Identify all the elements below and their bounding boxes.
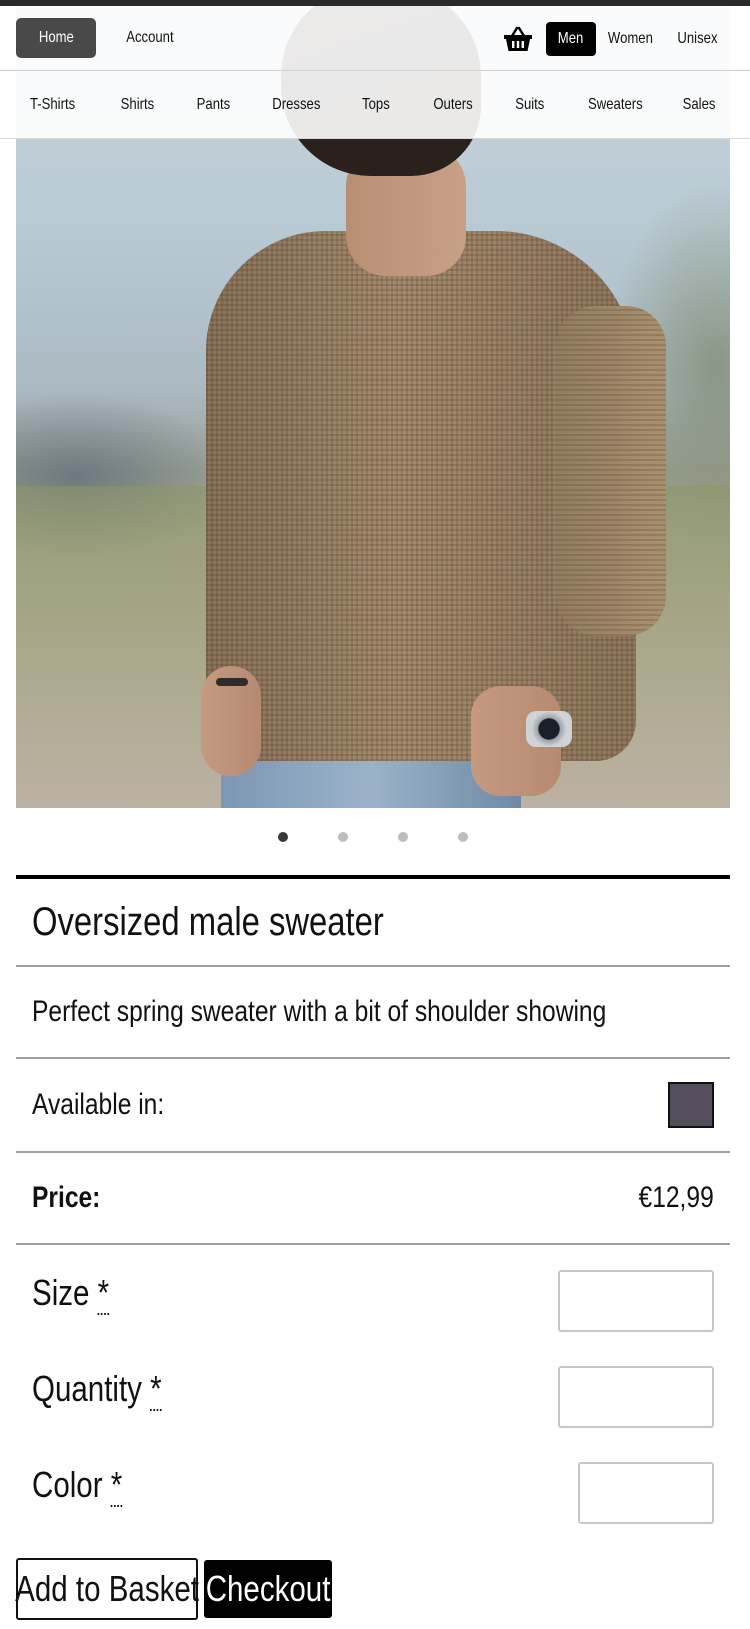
gender-tab-unisex-label: Unisex [676,30,718,47]
home-button[interactable]: Home [16,18,96,58]
quantity-label: Quantity * [32,1368,162,1411]
category-suits[interactable]: Suits [510,71,550,138]
size-label-text: Size [32,1272,90,1313]
category-label: Dresses [271,95,321,113]
account-link-label: Account [126,29,174,46]
carousel-dot-4[interactable] [458,832,468,842]
category-sales[interactable]: Sales [676,71,722,138]
price-row: Price: €12,99 [16,1153,730,1245]
category-t-shirts[interactable]: T-Shirts [20,71,86,138]
color-label: Color * [32,1464,123,1507]
color-swatch[interactable] [668,1082,714,1128]
category-label: T-Shirts [30,95,76,113]
product-description-row: Perfect spring sweater with a bit of sho… [16,967,730,1059]
carousel-dot-3[interactable] [398,832,408,842]
category-label: Outers [433,95,473,113]
add-to-basket-label: Add to Basket [15,1568,199,1609]
category-sweaters[interactable]: Sweaters [584,71,646,138]
basket-icon[interactable] [503,26,533,52]
gender-tab-men-label: Men [558,30,584,47]
color-label-text: Color [32,1464,103,1505]
image-right-sleeve [556,306,666,636]
category-label: Pants [196,95,230,113]
category-label: Suits [515,95,545,113]
gender-tab-men[interactable]: Men [546,22,596,56]
quantity-required-marker: * [150,1368,162,1411]
quantity-label-text: Quantity [32,1368,142,1409]
add-to-basket-button[interactable]: Add to Basket [15,1558,199,1620]
gender-tab-women-label: Women [607,30,653,47]
product-description: Perfect spring sweater with a bit of sho… [32,995,607,1028]
category-label: Sales [682,95,716,113]
category-tops[interactable]: Tops [358,71,394,138]
size-input[interactable] [558,1270,714,1332]
product-title-row: Oversized male sweater [16,879,730,967]
gender-tab-unisex[interactable]: Unisex [672,22,722,56]
carousel-dot-1[interactable] [278,832,288,842]
category-nav: T-Shirts Shirts Pants Dresses Tops Outer… [0,71,750,139]
product-title: Oversized male sweater [32,899,384,944]
account-link[interactable]: Account [118,18,182,58]
image-wristband [216,678,248,686]
home-button-label: Home [38,29,74,46]
quantity-input[interactable] [558,1366,714,1428]
checkout-label: Checkout [205,1568,331,1609]
category-label: Sweaters [587,95,643,113]
color-input[interactable] [578,1462,714,1524]
availability-row: Available in: [16,1059,730,1153]
price-label: Price: [32,1181,101,1214]
available-label: Available in: [32,1088,165,1121]
category-outers[interactable]: Outers [428,71,478,138]
category-label: Shirts [120,95,154,113]
category-label: Tops [362,95,390,113]
category-shirts[interactable]: Shirts [112,71,162,138]
carousel-dot-2[interactable] [338,832,348,842]
image-watch [526,711,572,747]
gender-tab-women[interactable]: Women [604,22,656,56]
top-nav: Home Account Men Women Unisex [0,6,750,71]
checkout-button[interactable]: Checkout [204,1560,332,1618]
category-pants[interactable]: Pants [190,71,236,138]
price-value: €12,99 [638,1181,714,1214]
size-label: Size * [32,1272,110,1315]
category-dresses[interactable]: Dresses [268,71,324,138]
color-required-marker: * [110,1464,123,1507]
size-required-marker: * [97,1272,110,1315]
